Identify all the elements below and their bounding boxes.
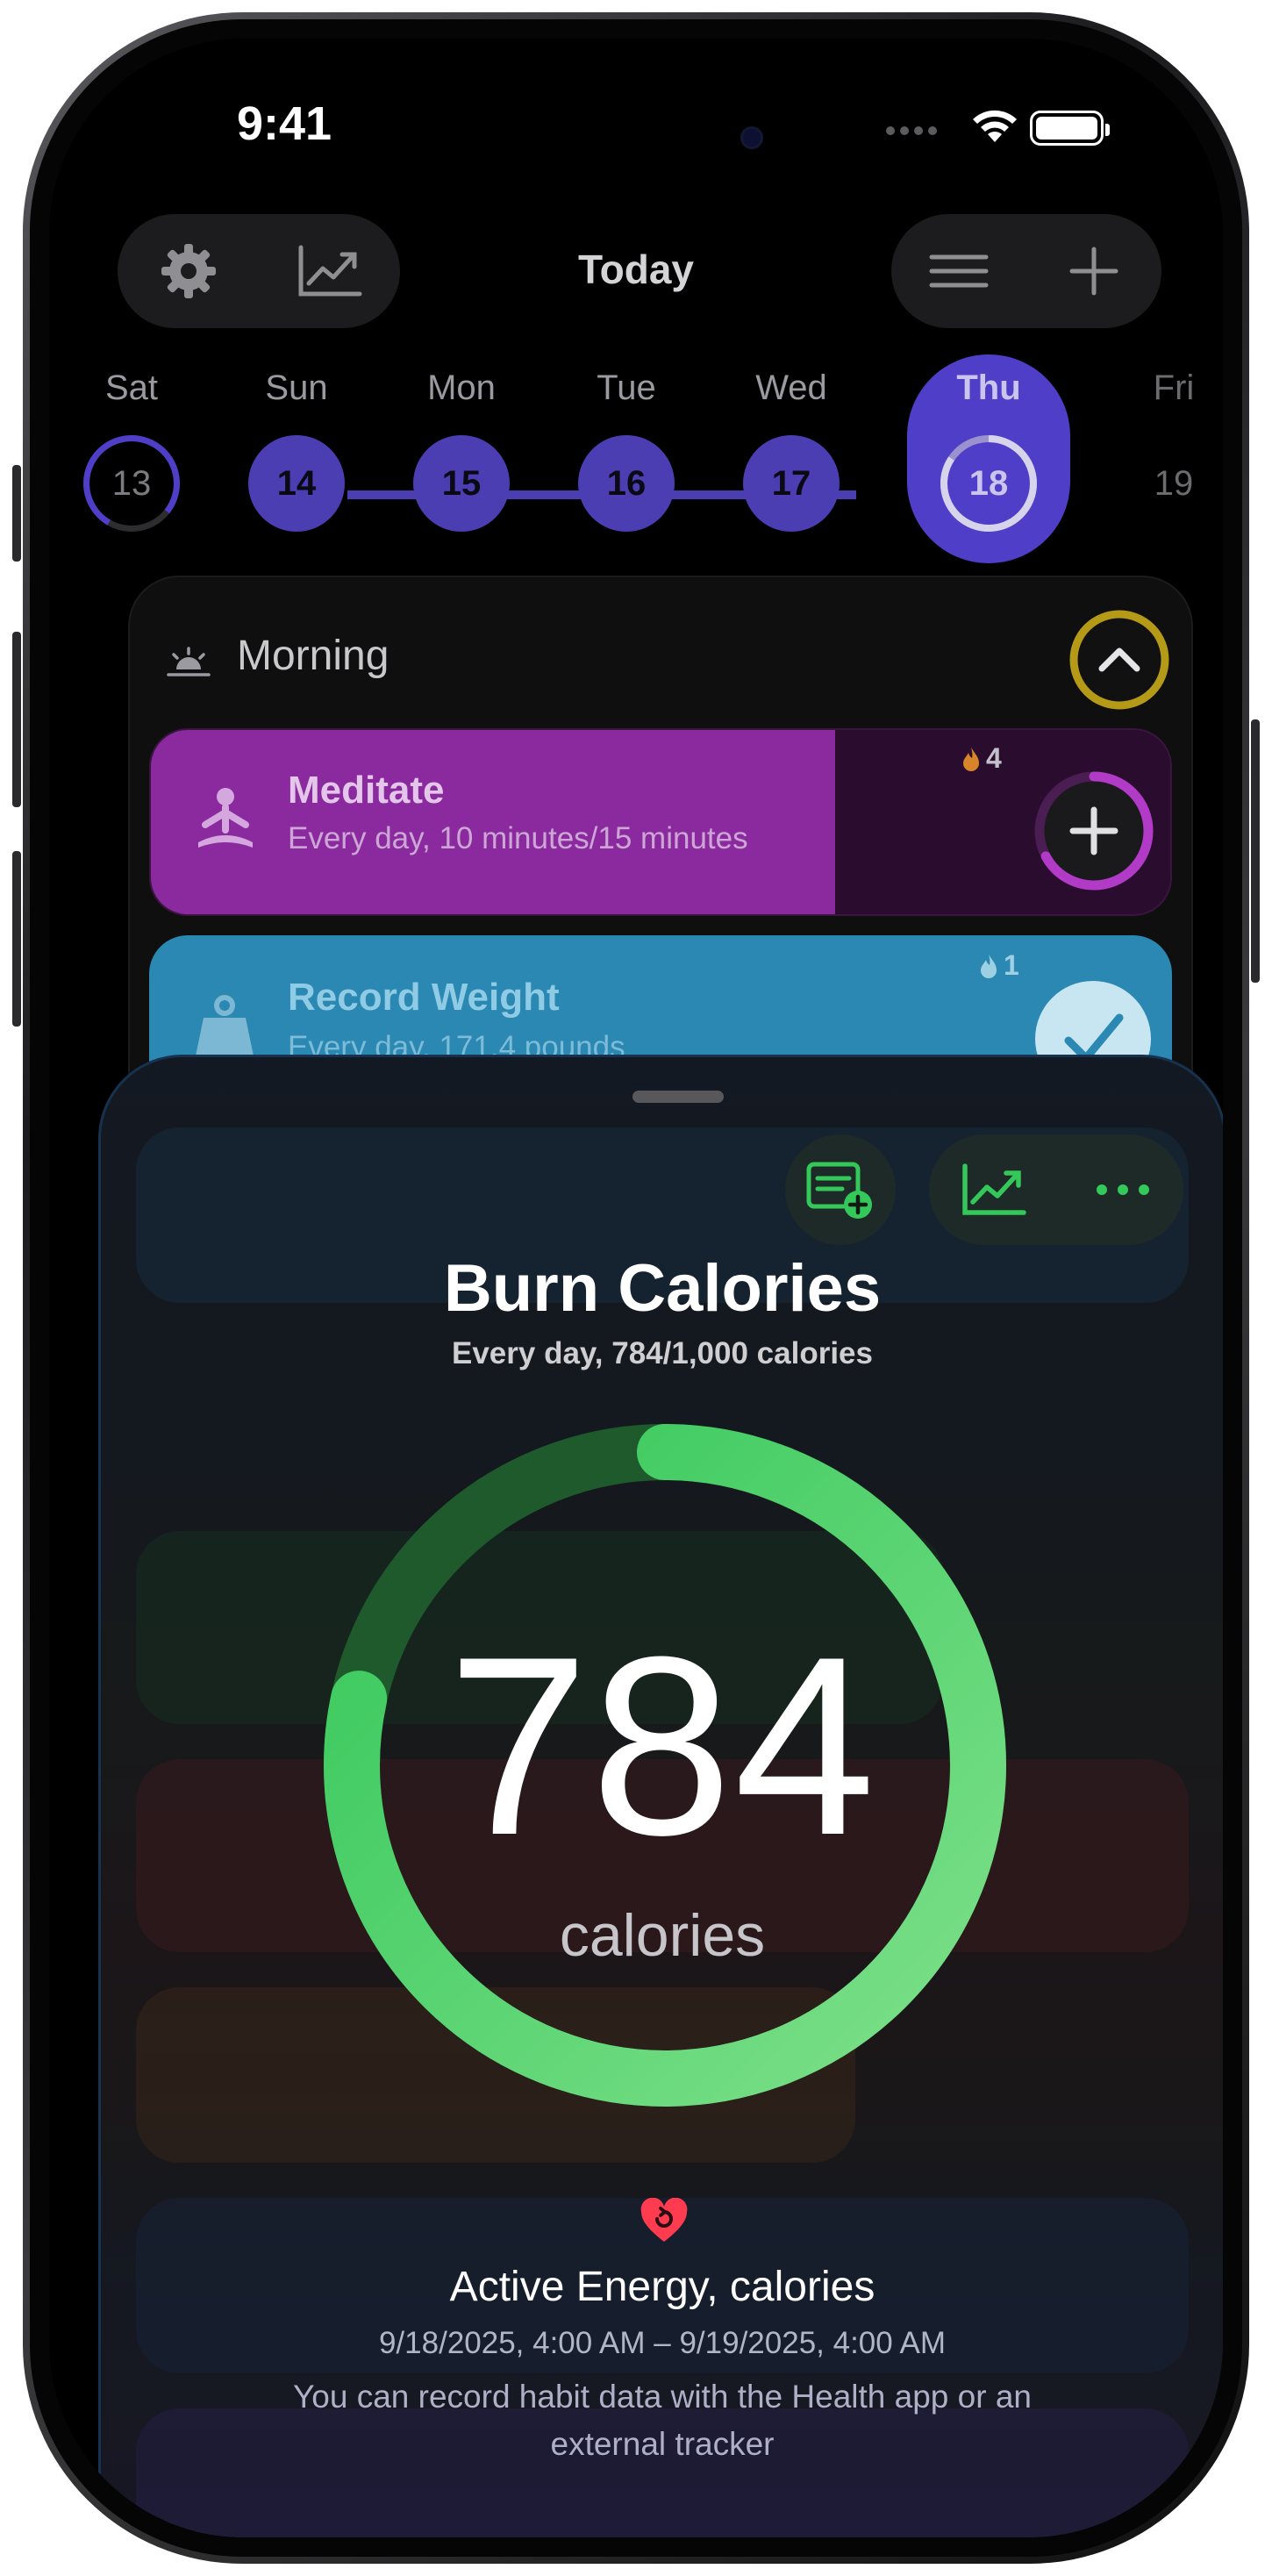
day-date: 15 (441, 463, 482, 503)
list-icon (929, 254, 989, 288)
power-button[interactable] (1251, 719, 1260, 983)
streak-badge: 4 (961, 742, 1002, 775)
habit-title: Record Weight (288, 976, 560, 1019)
action-button[interactable] (12, 465, 21, 562)
habit-detail-subtitle: Every day, 784/1,000 calories (452, 1336, 873, 1370)
sheet-grabber[interactable] (632, 1091, 724, 1103)
progress-unit: calories (559, 1902, 766, 1969)
volume-up-button[interactable] (12, 632, 21, 807)
day-label: Sun (265, 369, 328, 407)
streak-count: 4 (986, 742, 1002, 774)
flame-icon (963, 747, 979, 771)
chart-line-icon (962, 1163, 1026, 1215)
day-label: Sat (104, 369, 159, 407)
dynamic-island (505, 98, 777, 177)
plus-icon (1069, 247, 1118, 296)
day-wed[interactable]: Wed 17 (739, 363, 844, 532)
cellular-signal-icon (886, 126, 937, 135)
day-date: 19 (1154, 463, 1194, 503)
week-strip: Sat 13 Sun 14 Mon 15 Tue 16 Wed 17 Thu 1… (49, 363, 1223, 574)
add-habit-button[interactable] (1026, 214, 1161, 328)
menu-button[interactable] (891, 214, 1026, 328)
day-tue[interactable]: Tue 16 (574, 363, 679, 532)
day-label: Fri (1153, 369, 1195, 407)
habit-subtitle: Every day, 10 minutes/15 minutes (288, 821, 748, 855)
wifi-icon (973, 110, 1017, 142)
data-source-title: Active Energy, calories (449, 2264, 875, 2310)
phone-frame: 9:41 Today Sat 13 Sun 14 Mon 15 Tue 16 W… (23, 12, 1249, 2564)
data-source-range: 9/18/2025, 4:00 AM – 9/19/2025, 4:00 AM (378, 2326, 947, 2360)
day-future: 19 (1126, 435, 1222, 532)
screen: 9:41 Today Sat 13 Sun 14 Mon 15 Tue 16 W… (49, 39, 1223, 2537)
day-complete: 14 (248, 435, 345, 532)
flame-icon (981, 954, 997, 978)
phone-bezel: 9:41 Today Sat 13 Sun 14 Mon 15 Tue 16 W… (30, 19, 1242, 2557)
day-sun[interactable]: Sun 14 (244, 363, 349, 532)
day-date: 17 (771, 463, 811, 503)
streak-count: 1 (1004, 949, 1019, 981)
more-options-button[interactable] (1062, 1134, 1183, 1245)
day-label: Mon (427, 369, 496, 407)
day-complete: 17 (743, 435, 840, 532)
day-complete: 15 (413, 435, 510, 532)
progress-value: 784 (447, 1604, 877, 1888)
day-label: Tue (597, 369, 656, 407)
day-fri[interactable]: Fri 19 (1121, 363, 1223, 503)
status-bar: 9:41 (49, 39, 1223, 177)
status-time: 9:41 (237, 97, 332, 150)
day-sat[interactable]: Sat 13 (79, 363, 184, 532)
day-label: Thu (956, 369, 1021, 407)
camera-icon (740, 126, 763, 149)
habit-detail-sheet: Burn Calories Every day, 784/1,000 calor… (98, 1055, 1223, 2537)
increment-button[interactable] (1033, 770, 1154, 891)
day-date: 16 (606, 463, 647, 503)
section-title: Morning (237, 633, 389, 679)
day-thu[interactable]: Thu 18 (936, 363, 1041, 532)
habit-title: Meditate (288, 769, 445, 812)
health-heart-icon (640, 2198, 688, 2242)
log-add-icon (806, 1162, 872, 1219)
volume-down-button[interactable] (12, 851, 21, 1027)
streak-badge: 1 (979, 949, 1019, 982)
collapse-section-button[interactable] (1067, 607, 1172, 712)
day-mon[interactable]: Mon 15 (409, 363, 514, 532)
battery-icon (1030, 111, 1110, 146)
habit-statistics-button[interactable] (933, 1134, 1055, 1245)
day-ring: 13 (83, 435, 180, 532)
day-label: Wed (755, 369, 827, 407)
data-source-note: You can record habit data with the Healt… (293, 2379, 1032, 2462)
ellipsis-icon (1097, 1184, 1149, 1195)
toolbar-right-group (891, 214, 1161, 328)
habit-detail-title: Burn Calories (443, 1251, 882, 1326)
day-date: 14 (276, 463, 317, 503)
meditation-icon (198, 788, 253, 848)
day-ring: 18 (940, 435, 1037, 532)
add-log-entry-button[interactable] (785, 1134, 896, 1245)
day-complete: 16 (578, 435, 675, 532)
sunrise-icon (167, 647, 211, 676)
